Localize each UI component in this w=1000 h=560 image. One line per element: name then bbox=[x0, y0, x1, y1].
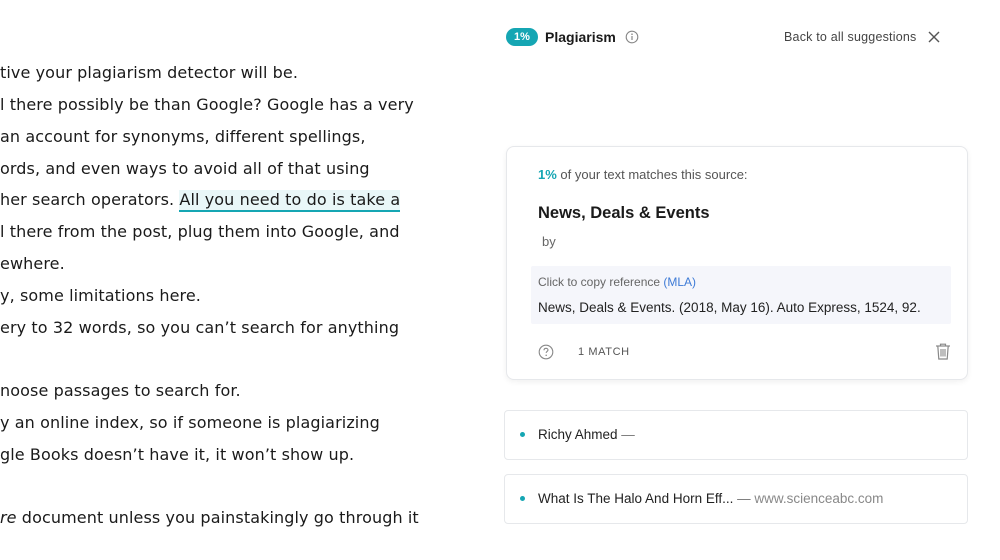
plagiarism-panel: 1% Plagiarism Back to all suggestions 1%… bbox=[490, 0, 1000, 560]
doc-line: y an online index, so if someone is plag… bbox=[0, 413, 380, 432]
bullet-dot bbox=[520, 496, 525, 501]
plagiarism-percent-badge: 1% bbox=[506, 28, 538, 46]
doc-line: y, some limitations here. bbox=[0, 286, 201, 305]
source-item-label: Richy Ahmed — bbox=[538, 427, 635, 442]
help-icon[interactable] bbox=[538, 344, 554, 360]
doc-line: tive your plagiarism detector will be. bbox=[0, 63, 299, 82]
copy-reference-hint: Click to copy reference (MLA) bbox=[538, 275, 696, 289]
bullet-dot bbox=[520, 432, 525, 437]
doc-text-italic: re bbox=[0, 508, 17, 527]
citation-format: (MLA) bbox=[663, 275, 697, 289]
source-item-name: What Is The Halo And Horn Eff... bbox=[538, 491, 734, 506]
doc-line: l there possibly be than Google? Google … bbox=[0, 95, 414, 114]
source-match-card: 1% of your text matches this source: New… bbox=[506, 146, 968, 380]
doc-line: re document unless you painstakingly go … bbox=[0, 508, 419, 527]
source-list-item[interactable]: Richy Ahmed — bbox=[504, 410, 968, 460]
doc-line: noose passages to search for. bbox=[0, 381, 241, 400]
match-summary-text: of your text matches this source: bbox=[556, 167, 748, 182]
source-item-label: What Is The Halo And Horn Eff... — www.s… bbox=[538, 491, 883, 506]
source-item-name: Richy Ahmed bbox=[538, 427, 618, 442]
match-summary: 1% of your text matches this source: bbox=[538, 167, 748, 182]
citation-text: News, Deals & Events. (2018, May 16). Au… bbox=[538, 300, 921, 315]
source-title: News, Deals & Events bbox=[538, 204, 710, 222]
source-item-separator: — bbox=[733, 491, 755, 506]
doc-line: l there from the post, plug them into Go… bbox=[0, 222, 400, 241]
back-to-suggestions-link[interactable]: Back to all suggestions bbox=[784, 30, 916, 44]
doc-text: document unless you painstakingly go thr… bbox=[16, 508, 419, 527]
source-list-item[interactable]: What Is The Halo And Horn Eff... — www.s… bbox=[504, 474, 968, 524]
source-item-domain: www.scienceabc.com bbox=[754, 491, 884, 506]
close-icon[interactable] bbox=[927, 30, 941, 44]
match-percent: 1% bbox=[538, 167, 557, 182]
doc-line: ords, and even ways to avoid all of that… bbox=[0, 159, 370, 178]
document-editor[interactable]: tive your plagiarism detector will be. l… bbox=[0, 0, 470, 560]
doc-line: an account for synonyms, different spell… bbox=[0, 127, 366, 146]
match-count: 1 MATCH bbox=[578, 346, 630, 358]
doc-text: her search operators. bbox=[0, 190, 180, 209]
source-author: by bbox=[542, 234, 556, 249]
info-icon[interactable] bbox=[625, 30, 639, 44]
copy-reference-label: Click to copy reference bbox=[538, 275, 664, 289]
doc-line: her search operators. All you need to do… bbox=[0, 190, 401, 212]
source-item-separator: — bbox=[617, 427, 635, 442]
doc-line: ewhere. bbox=[0, 254, 65, 273]
plagiarism-highlight[interactable]: All you need to do is take a bbox=[179, 190, 401, 212]
copy-reference-box[interactable]: Click to copy reference (MLA) News, Deal… bbox=[531, 266, 951, 324]
doc-line: gle Books doesn’t have it, it won’t show… bbox=[0, 445, 355, 464]
panel-title: Plagiarism bbox=[545, 29, 616, 45]
doc-line: ery to 32 words, so you can’t search for… bbox=[0, 318, 400, 337]
trash-icon[interactable] bbox=[934, 342, 952, 361]
